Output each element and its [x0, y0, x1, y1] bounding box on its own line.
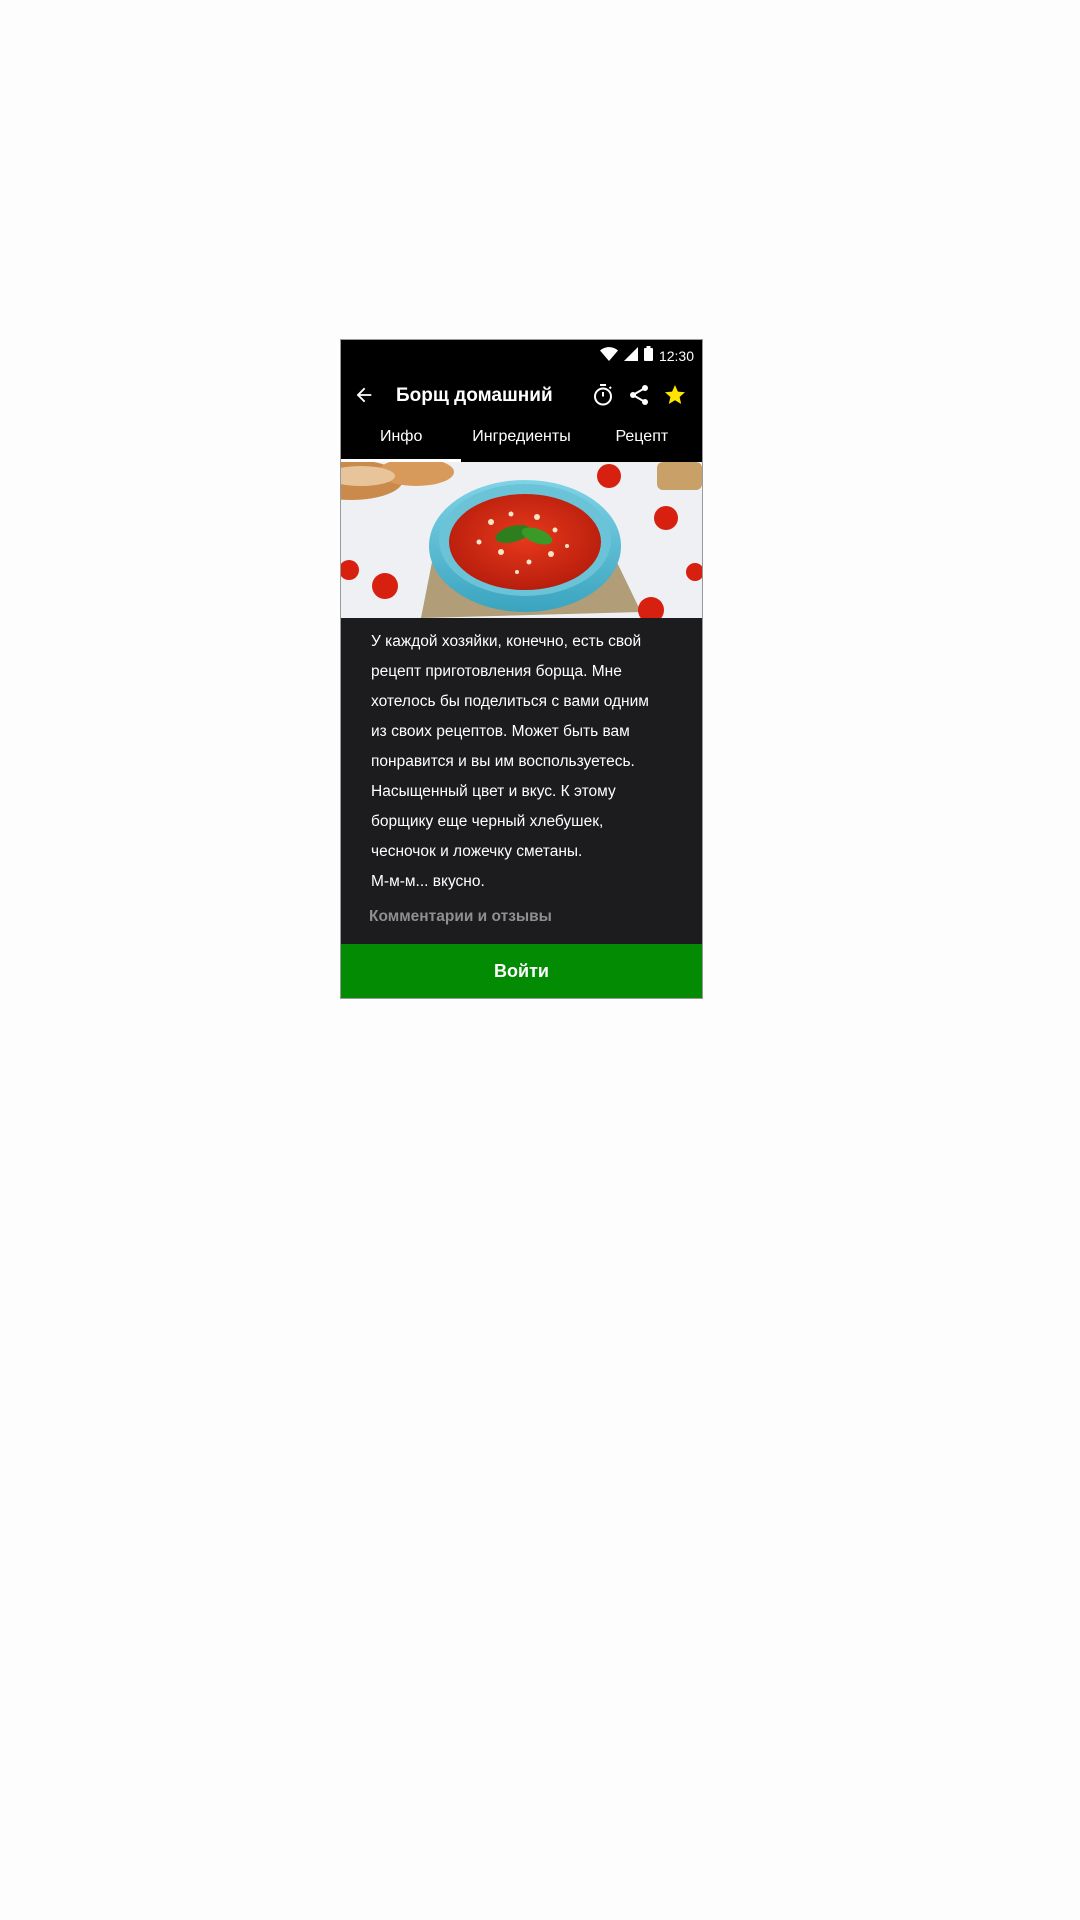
- toolbar-actions: [590, 383, 688, 412]
- favorite-button[interactable]: [662, 384, 688, 410]
- share-button[interactable]: [626, 384, 652, 410]
- login-button[interactable]: Войти: [341, 944, 702, 998]
- status-time: 12:30: [658, 348, 694, 364]
- status-bar: 12:30: [341, 340, 702, 372]
- app-screen: 12:30 Борщ домашний Инфо Ингредиенты Рец…: [341, 340, 702, 998]
- comments-link[interactable]: Комментарии и отзывы: [369, 908, 552, 926]
- page-title: Борщ домашний: [396, 385, 553, 406]
- recipe-photo: [341, 462, 702, 618]
- star-icon: [663, 383, 687, 412]
- arrow-left-icon: [353, 384, 375, 411]
- share-icon: [627, 383, 651, 412]
- timer-icon: [591, 383, 615, 412]
- battery-icon: [643, 346, 653, 366]
- recipe-description: У каждой хозяйки, конечно, есть свой рец…: [371, 633, 649, 890]
- status-icons: 12:30: [599, 344, 694, 368]
- timer-button[interactable]: [590, 383, 616, 412]
- tab-info[interactable]: Инфо: [341, 422, 462, 462]
- back-button[interactable]: [351, 384, 377, 410]
- toolbar: Борщ домашний: [341, 372, 702, 422]
- wifi-icon: [599, 346, 618, 366]
- tab-bar: Инфо Ингредиенты Рецепт: [341, 422, 702, 462]
- tab-recipe[interactable]: Рецепт: [582, 422, 702, 462]
- info-content: У каждой хозяйки, конечно, есть свой рец…: [341, 618, 702, 944]
- tab-ingredients[interactable]: Ингредиенты: [461, 422, 581, 462]
- signal-icon: [623, 346, 638, 366]
